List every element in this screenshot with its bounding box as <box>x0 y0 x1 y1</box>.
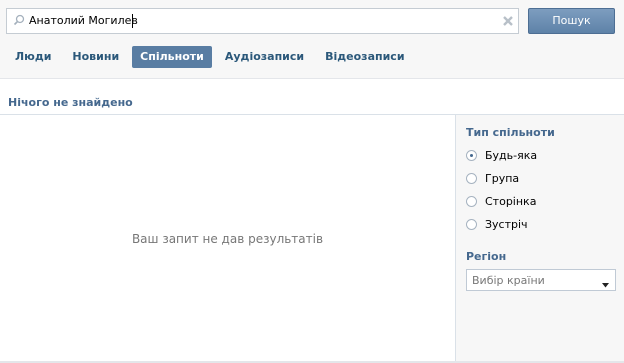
tab-video[interactable]: Відеозаписи <box>317 46 412 68</box>
tab-people[interactable]: Люди <box>7 46 59 68</box>
search-input[interactable] <box>29 11 489 31</box>
close-icon[interactable] <box>501 14 515 28</box>
results-panel: Ваш запит не дав результатів <box>0 115 455 363</box>
search-icon <box>13 14 25 26</box>
search-box[interactable] <box>6 8 519 34</box>
region-title: Регіон <box>466 250 507 263</box>
radio-group[interactable]: Група <box>466 170 519 186</box>
country-select[interactable]: Вибір країни <box>466 269 616 291</box>
radio-any[interactable]: Будь-яка <box>466 147 537 163</box>
radio-button[interactable] <box>466 218 477 230</box>
radio-button[interactable] <box>466 195 477 207</box>
search-header: Пошук Люди Новини Спільноти Аудіозаписи … <box>0 0 624 79</box>
tab-news[interactable]: Новини <box>64 46 127 68</box>
radio-label: Група <box>485 171 520 185</box>
text-cursor <box>132 14 133 28</box>
search-tabs: Люди Новини Спільноти Аудіозаписи Відеоз… <box>7 46 413 68</box>
radio-button[interactable] <box>466 172 477 184</box>
radio-label: Сторінка <box>485 194 537 208</box>
radio-label: Будь-яка <box>485 148 538 162</box>
filters-sidebar: Тип спільноти Будь-яка Група Сторінка Зу… <box>455 115 624 363</box>
select-value: Вибір країни <box>472 274 545 287</box>
radio-event[interactable]: Зустріч <box>466 216 528 232</box>
results-header: Нічого не знайдено <box>8 96 133 109</box>
empty-results-message: Ваш запит не дав результатів <box>131 232 324 246</box>
community-type-title: Тип спільноти <box>466 126 555 139</box>
tab-audio[interactable]: Аудіозаписи <box>217 46 312 68</box>
radio-label: Зустріч <box>485 217 528 231</box>
search-button[interactable]: Пошук <box>528 8 615 34</box>
tab-communities[interactable]: Спільноти <box>132 46 212 68</box>
chevron-down-icon[interactable] <box>602 278 609 288</box>
radio-button[interactable] <box>466 149 477 161</box>
radio-page[interactable]: Сторінка <box>466 193 536 209</box>
